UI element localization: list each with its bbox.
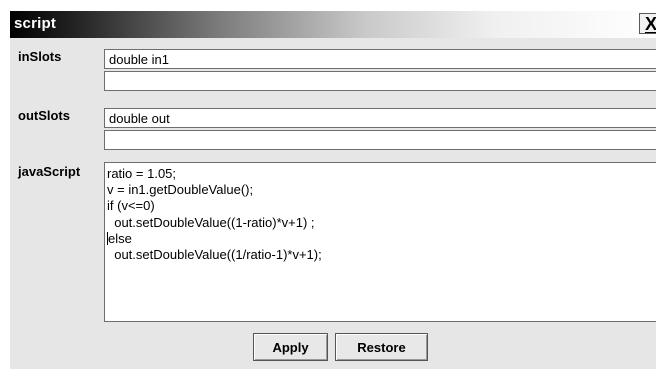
- inslot-field-2[interactable]: [104, 71, 656, 91]
- inslot-field-1[interactable]: double in1: [104, 49, 656, 69]
- close-button[interactable]: X: [639, 13, 656, 34]
- outslots-label: outSlots: [18, 108, 70, 123]
- outslot-field-2[interactable]: [104, 130, 656, 150]
- restore-button[interactable]: Restore: [335, 333, 428, 361]
- code-line-5: else: [108, 230, 132, 246]
- inslots-label: inSlots: [18, 49, 62, 64]
- code-line-1: ratio = 1.05;: [107, 166, 177, 181]
- outslot-field-1[interactable]: double out: [104, 108, 656, 128]
- code-line-2: v = in1.getDoubleValue();: [107, 182, 254, 198]
- title-bar[interactable]: script X: [10, 11, 656, 38]
- close-icon: X: [644, 13, 656, 34]
- code-line-6: out.setDoubleValue((1/ratio-1)*v+1);: [107, 246, 322, 262]
- code-line-3: if (v<=0): [107, 198, 155, 214]
- code-line-5-wrapper: else: [107, 231, 656, 247]
- code-line-4: out.setDoubleValue((1-ratio)*v+1) ;: [107, 214, 315, 230]
- apply-button[interactable]: Apply: [253, 333, 328, 361]
- dialog-title: script: [14, 15, 57, 32]
- javascript-label: javaScript: [18, 164, 81, 179]
- javascript-editor[interactable]: ratio = 1.05; v = in1.getDoubleValue(); …: [104, 162, 656, 322]
- script-dialog: script X inSlots double in1 outSlots dou…: [10, 11, 656, 369]
